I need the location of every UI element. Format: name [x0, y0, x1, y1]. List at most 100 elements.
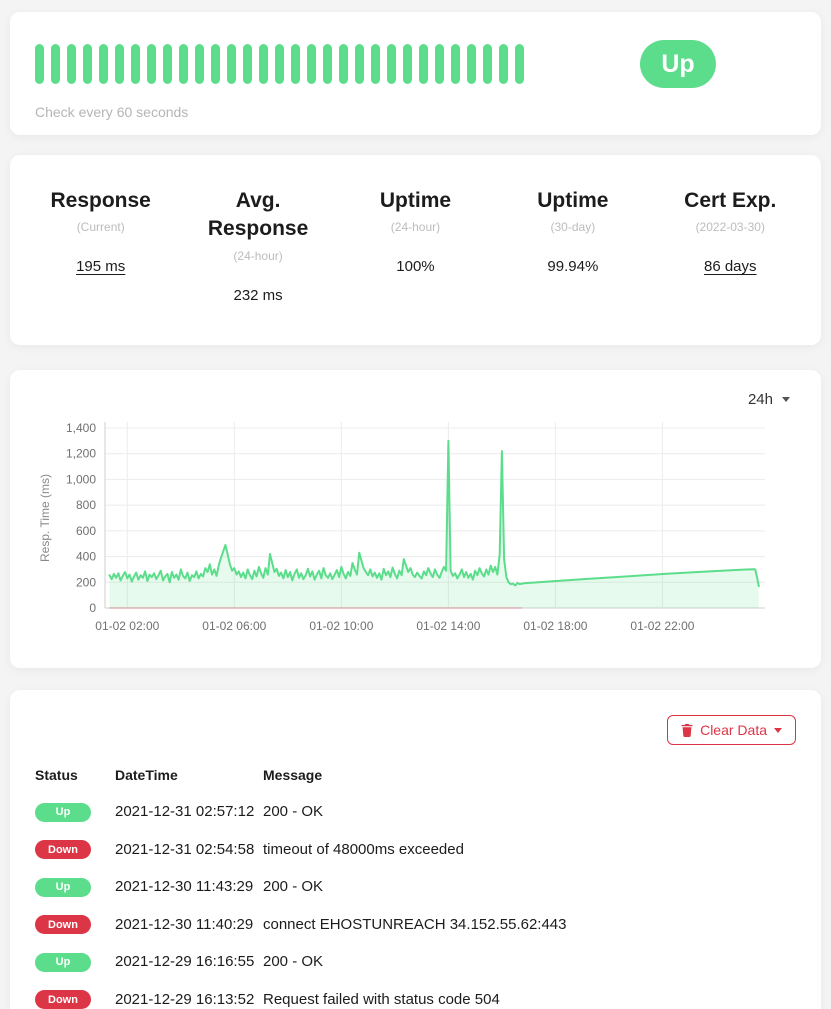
event-datetime: 2021-12-29 16:13:52 — [115, 981, 263, 1009]
heartbeat-beat[interactable] — [243, 44, 252, 84]
svg-text:800: 800 — [76, 498, 96, 512]
chevron-down-icon — [774, 728, 782, 733]
heartbeat-beat[interactable] — [99, 44, 108, 84]
stat-value: 232 ms — [187, 287, 328, 304]
clear-data-button[interactable]: Clear Data — [667, 715, 796, 745]
stat-subtitle: (Current) — [30, 220, 171, 234]
svg-text:01-02 18:00: 01-02 18:00 — [523, 619, 587, 633]
svg-text:01-02 02:00: 01-02 02:00 — [95, 619, 159, 633]
trash-icon — [681, 724, 693, 737]
stat-subtitle: (30-day) — [502, 220, 643, 234]
svg-text:0: 0 — [89, 601, 96, 615]
stat-value[interactable]: 86 days — [660, 258, 801, 275]
heartbeat-beat[interactable] — [115, 44, 124, 84]
heartbeat-beat[interactable] — [179, 44, 188, 84]
stat-value: 99.94% — [502, 258, 643, 275]
chevron-down-icon — [782, 397, 790, 402]
heartbeat-beat[interactable] — [483, 44, 492, 84]
stat-subtitle: (24-hour) — [187, 249, 328, 263]
stat-value[interactable]: 195 ms — [30, 258, 171, 275]
heartbeat-beat[interactable] — [387, 44, 396, 84]
svg-text:400: 400 — [76, 550, 96, 564]
status-badge: Down — [35, 840, 91, 859]
heartbeat-beat[interactable] — [163, 44, 172, 84]
heartbeat-beat[interactable] — [435, 44, 444, 84]
monitor-row: Up — [35, 40, 796, 88]
svg-text:200: 200 — [76, 575, 96, 589]
stat-title: Avg. Response — [187, 187, 328, 244]
clear-data-label: Clear Data — [700, 722, 767, 738]
stat-column: Response (Current) 195 ms — [22, 187, 179, 345]
heartbeat-beat[interactable] — [51, 44, 60, 84]
heartbeat-beat[interactable] — [291, 44, 300, 84]
response-chart[interactable]: 02004006008001,0001,2001,40001-02 02:000… — [35, 416, 796, 651]
heartbeat-beat[interactable] — [83, 44, 92, 84]
event-datetime: 2021-12-31 02:54:58 — [115, 831, 263, 869]
table-row[interactable]: Down 2021-12-31 02:54:58 timeout of 4800… — [35, 831, 796, 869]
stat-value: 100% — [345, 258, 486, 275]
period-select[interactable]: 24h — [742, 389, 796, 410]
table-row[interactable]: Down 2021-12-30 11:40:29 connect EHOSTUN… — [35, 906, 796, 944]
table-row[interactable]: Up 2021-12-31 02:57:12 200 - OK — [35, 793, 796, 831]
stat-column: Uptime (30-day) 99.94% — [494, 187, 651, 345]
status-badge: Up — [35, 878, 91, 897]
heartbeat-beat[interactable] — [515, 44, 524, 84]
heartbeat-beat[interactable] — [499, 44, 508, 84]
event-message: 200 - OK — [263, 793, 796, 831]
stat-subtitle: (24-hour) — [345, 220, 486, 234]
heartbeat-beat[interactable] — [275, 44, 284, 84]
events-card: Clear Data Status DateTime Message Up 20… — [10, 690, 821, 1009]
chart-card: 24h 02004006008001,0001,2001,40001-02 02… — [10, 370, 821, 668]
stat-title: Response — [30, 187, 171, 215]
table-row[interactable]: Up 2021-12-29 16:16:55 200 - OK — [35, 943, 796, 981]
heartbeat-beat[interactable] — [211, 44, 220, 84]
heartbeat-beat[interactable] — [323, 44, 332, 84]
monitor-status-card: Up Check every 60 seconds — [10, 12, 821, 135]
heartbeat-beat[interactable] — [371, 44, 380, 84]
svg-text:01-02 22:00: 01-02 22:00 — [630, 619, 694, 633]
heartbeat-beat[interactable] — [307, 44, 316, 84]
stat-column: Avg. Response (24-hour) 232 ms — [179, 187, 336, 345]
stat-column: Uptime (24-hour) 100% — [337, 187, 494, 345]
events-table-body: Up 2021-12-31 02:57:12 200 - OK Down 202… — [35, 793, 796, 1009]
heartbeat-beat[interactable] — [355, 44, 364, 84]
event-message: 200 - OK — [263, 943, 796, 981]
svg-text:01-02 14:00: 01-02 14:00 — [416, 619, 480, 633]
event-message: connect EHOSTUNREACH 34.152.55.62:443 — [263, 906, 796, 944]
stat-title: Uptime — [502, 187, 643, 215]
svg-text:01-02 10:00: 01-02 10:00 — [309, 619, 373, 633]
heartbeat-beat[interactable] — [67, 44, 76, 84]
heartbeat-beat[interactable] — [451, 44, 460, 84]
heartbeat-beat[interactable] — [467, 44, 476, 84]
svg-text:1,200: 1,200 — [66, 447, 96, 461]
table-row[interactable]: Down 2021-12-29 16:13:52 Request failed … — [35, 981, 796, 1009]
status-badge: Up — [35, 953, 91, 972]
event-message: 200 - OK — [263, 868, 796, 906]
table-header-row: Status DateTime Message — [35, 759, 796, 793]
status-badge: Up — [35, 803, 91, 822]
heartbeat-beat[interactable] — [227, 44, 236, 84]
status-badge: Down — [35, 915, 91, 934]
column-header-datetime: DateTime — [115, 759, 263, 793]
stat-column: Cert Exp. (2022-03-30) 86 days — [652, 187, 809, 345]
heartbeat-beat[interactable] — [419, 44, 428, 84]
events-table: Status DateTime Message Up 2021-12-31 02… — [35, 759, 796, 1009]
svg-text:600: 600 — [76, 524, 96, 538]
heartbeat-beat[interactable] — [259, 44, 268, 84]
chart-header: 24h — [35, 386, 796, 412]
event-datetime: 2021-12-31 02:57:12 — [115, 793, 263, 831]
heartbeat-beat[interactable] — [403, 44, 412, 84]
stats-card: Response (Current) 195 ms Avg. Response … — [10, 155, 821, 345]
heartbeat-beat[interactable] — [147, 44, 156, 84]
heartbeat-beat[interactable] — [339, 44, 348, 84]
heartbeat-beat[interactable] — [131, 44, 140, 84]
event-datetime: 2021-12-29 16:16:55 — [115, 943, 263, 981]
status-badge: Down — [35, 990, 91, 1009]
column-header-status: Status — [35, 759, 115, 793]
table-row[interactable]: Up 2021-12-30 11:43:29 200 - OK — [35, 868, 796, 906]
event-datetime: 2021-12-30 11:40:29 — [115, 906, 263, 944]
table-toolbar: Clear Data — [35, 715, 796, 745]
event-message: Request failed with status code 504 — [263, 981, 796, 1009]
heartbeat-beat[interactable] — [35, 44, 44, 84]
heartbeat-beat[interactable] — [195, 44, 204, 84]
